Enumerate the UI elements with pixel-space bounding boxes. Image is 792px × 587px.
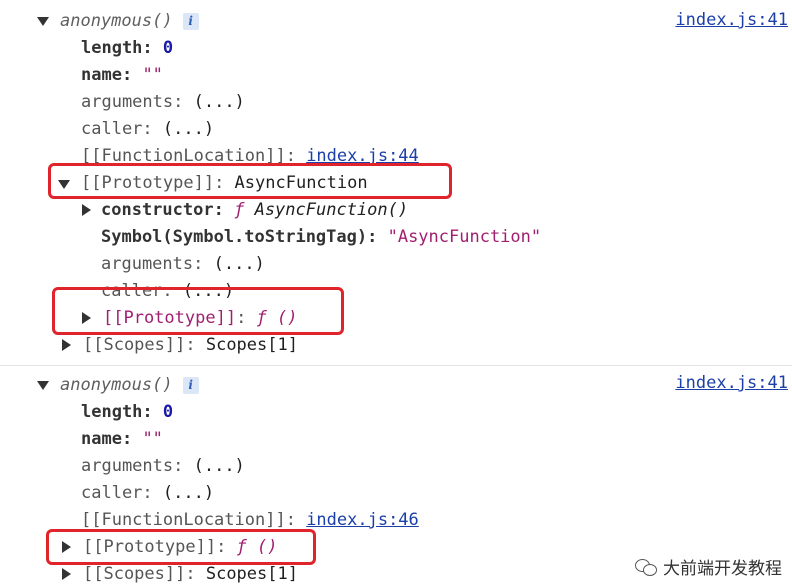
highlight-box	[48, 163, 452, 199]
property-constructor[interactable]: constructor: ƒ AsyncFunction()	[101, 199, 408, 221]
expand-arrow-right-icon[interactable]	[62, 339, 71, 351]
property-arguments[interactable]: arguments: (...)	[81, 455, 245, 477]
property-arguments[interactable]: arguments: (...)	[81, 91, 245, 113]
watermark: 大前端开发教程	[635, 554, 782, 579]
info-icon[interactable]: i	[182, 377, 199, 394]
property-symbol-tostringtag: Symbol(Symbol.toStringTag): "AsyncFuncti…	[101, 227, 542, 247]
function-header[interactable]: anonymous() i	[60, 374, 199, 396]
expand-arrow-down-icon[interactable]	[37, 17, 49, 26]
info-icon[interactable]: i	[182, 13, 199, 30]
watermark-text: 大前端开发教程	[663, 559, 782, 579]
highlight-box	[46, 529, 316, 565]
source-link[interactable]: index.js:41	[675, 372, 788, 394]
expand-arrow-right-icon[interactable]	[62, 568, 71, 580]
property-caller[interactable]: caller: (...)	[81, 118, 214, 140]
property-length: length: 0	[81, 38, 174, 58]
property-function-location: [[FunctionLocation]]: index.js:46	[81, 510, 419, 530]
function-title: anonymous()	[60, 11, 173, 31]
source-link[interactable]: index.js:41	[675, 9, 788, 31]
function-title: anonymous()	[60, 375, 173, 395]
wechat-icon	[635, 558, 657, 576]
property-caller[interactable]: caller: (...)	[81, 482, 214, 504]
property-scopes[interactable]: [[Scopes]]: Scopes[1]	[83, 563, 298, 585]
entry-divider	[0, 365, 792, 366]
property-scopes[interactable]: [[Scopes]]: Scopes[1]	[83, 334, 298, 356]
function-header[interactable]: anonymous() i	[60, 10, 199, 32]
property-proto-arguments[interactable]: arguments: (...)	[101, 253, 265, 275]
expand-arrow-down-icon[interactable]	[37, 381, 49, 390]
property-name: name: ""	[81, 429, 163, 449]
property-name: name: ""	[81, 65, 163, 85]
expand-arrow-right-icon[interactable]	[82, 204, 91, 216]
function-location-link[interactable]: index.js:46	[306, 510, 419, 530]
highlight-box	[52, 287, 344, 335]
property-length: length: 0	[81, 402, 174, 422]
